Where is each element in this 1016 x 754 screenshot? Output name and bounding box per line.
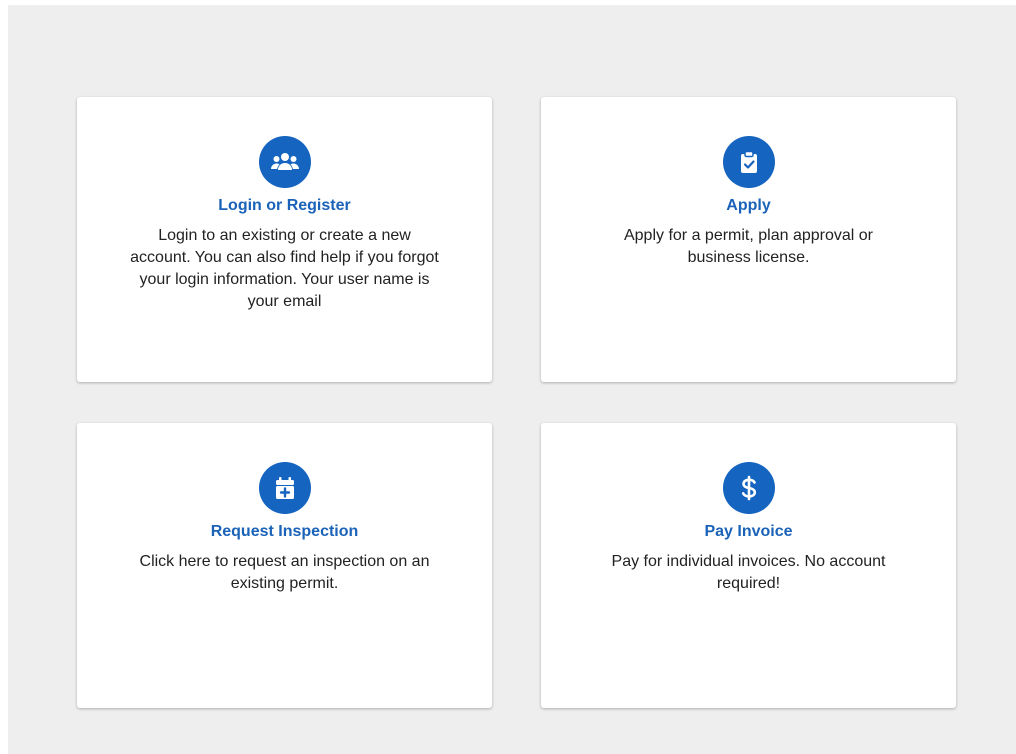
pay-invoice-card[interactable]: Pay Invoice Pay for individual invoices.… (541, 423, 956, 708)
apply-card[interactable]: Apply Apply for a permit, plan approval … (541, 97, 956, 382)
request-inspection-card[interactable]: Request Inspection Click here to request… (77, 423, 492, 708)
card-description: Login to an existing or create a new acc… (130, 227, 439, 310)
card-title[interactable]: Login or Register (77, 195, 492, 217)
users-icon (258, 136, 311, 188)
card-title[interactable]: Pay Invoice (541, 521, 956, 543)
card-description: Apply for a permit, plan approval or bus… (623, 227, 873, 266)
clipboard-check-icon (722, 136, 775, 188)
calendar-plus-icon (258, 462, 311, 514)
dollar-icon (722, 462, 775, 514)
page-background: Login or Register Login to an existing o… (8, 5, 1016, 754)
card-title[interactable]: Apply (541, 195, 956, 217)
card-description: Pay for individual invoices. No account … (611, 553, 886, 592)
card-description: Click here to request an inspection on a… (139, 553, 430, 592)
login-register-card[interactable]: Login or Register Login to an existing o… (77, 97, 492, 382)
card-title[interactable]: Request Inspection (77, 521, 492, 543)
